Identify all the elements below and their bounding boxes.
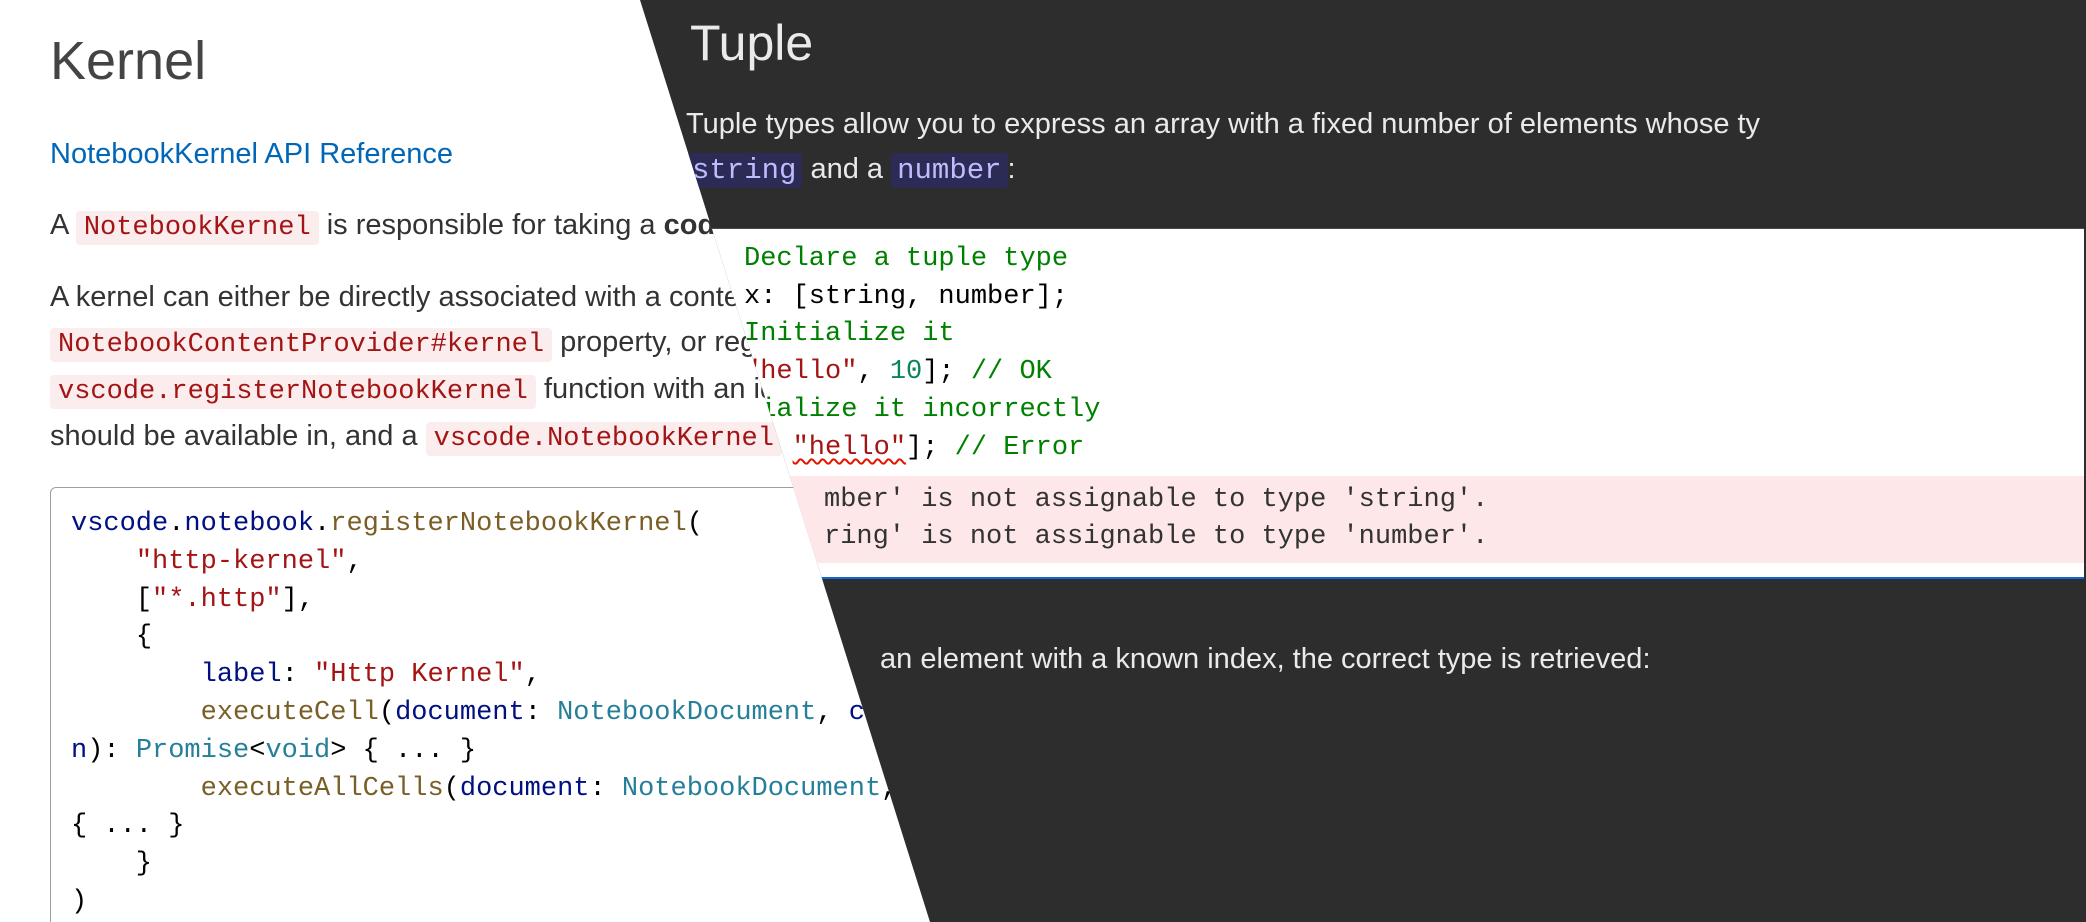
code-token: notebook [184,509,314,539]
code-token: ], [282,585,314,615]
code-comment: Initialize it [744,319,955,349]
code-token: n [71,736,87,766]
text: Tuple types allow you to express an arra… [686,108,1760,140]
error-line: mber' is not assignable to type 'string'… [824,485,1488,515]
code-token: { ... } [346,736,476,766]
code-token: executeAllCells [201,774,444,804]
text: : [1008,153,1016,185]
code-token: void [265,736,330,766]
code-token: ( [444,774,460,804]
code-token: : [282,660,314,690]
text: A [50,209,76,241]
inline-code-vscode-notebookkernel: vscode.NotebookKernel [426,422,782,456]
code-token: , [346,547,362,577]
code-line: x: [string, number]; [744,282,1068,312]
code-token: ): [87,736,136,766]
code-token: ]; [922,357,971,387]
code-token: vscode [71,509,168,539]
code-error-token: "hello" [793,433,906,463]
notebook-kernel-api-link[interactable]: NotebookKernel API Reference [50,138,453,170]
code-token: document [460,774,590,804]
code-comment: Declare a tuple type [744,244,1068,274]
code-token: "*.http" [152,585,282,615]
code-token: "Http Kernel" [314,660,525,690]
tuple-code-block: Declare a tuple type x: [string, number]… [644,228,2084,579]
code-comment: // Error [955,433,1085,463]
code-comment: tialize it incorrectly [744,395,1100,425]
inline-code-number: number [891,153,1007,188]
tuple-outro-paragraph: an element with a known index, the corre… [880,643,2086,676]
code-token: NotebookDocument [557,698,816,728]
code-token: , [857,357,889,387]
tuple-heading: Tuple [690,14,2086,72]
code-token: 10 [890,357,922,387]
code-token: . [314,509,330,539]
code-token: ]; [906,433,955,463]
code-token: } [71,849,152,879]
code-token: : [525,698,557,728]
code-token: ( [687,509,703,539]
code-token: NotebookDocument [622,774,881,804]
code-token: < [249,736,265,766]
code-token: > [330,736,346,766]
inline-code-string: string [686,153,802,188]
code-token: "http-kernel" [136,547,347,577]
code-token: { [136,622,152,652]
tuple-intro-paragraph: Tuple types allow you to express an arra… [686,102,2086,194]
inline-code-registernotebookkernel: vscode.registerNotebookKernel [50,375,536,409]
code-comment: // OK [971,357,1052,387]
code-token: ( [379,698,395,728]
text: and a [810,153,891,185]
code-token: "hello" [744,357,857,387]
error-message-block: mber' is not assignable to type 'string'… [644,476,2084,564]
code-token: label [201,660,282,690]
tuple-doc-inner: Tuple Tuple types allow you to express a… [680,0,2086,922]
code-token: . [168,509,184,539]
code-token: document [395,698,525,728]
code-token: , [525,660,541,690]
code-token: : [590,774,622,804]
code-token: { ... } [71,811,184,841]
code-token: ) [71,887,87,917]
code-token: , [816,698,848,728]
text: should be available in, and a [50,420,426,452]
text: is responsible for taking a [327,209,664,241]
inline-code-notebookkernel: NotebookKernel [76,211,319,245]
code-token: registerNotebookKernel [330,509,686,539]
code-token: [ [136,585,152,615]
inline-code-contentprovider-kernel: NotebookContentProvider#kernel [50,328,552,362]
code-token: executeCell [201,698,379,728]
code-token: Promise [136,736,249,766]
error-line: ring' is not assignable to type 'number'… [824,522,1488,552]
